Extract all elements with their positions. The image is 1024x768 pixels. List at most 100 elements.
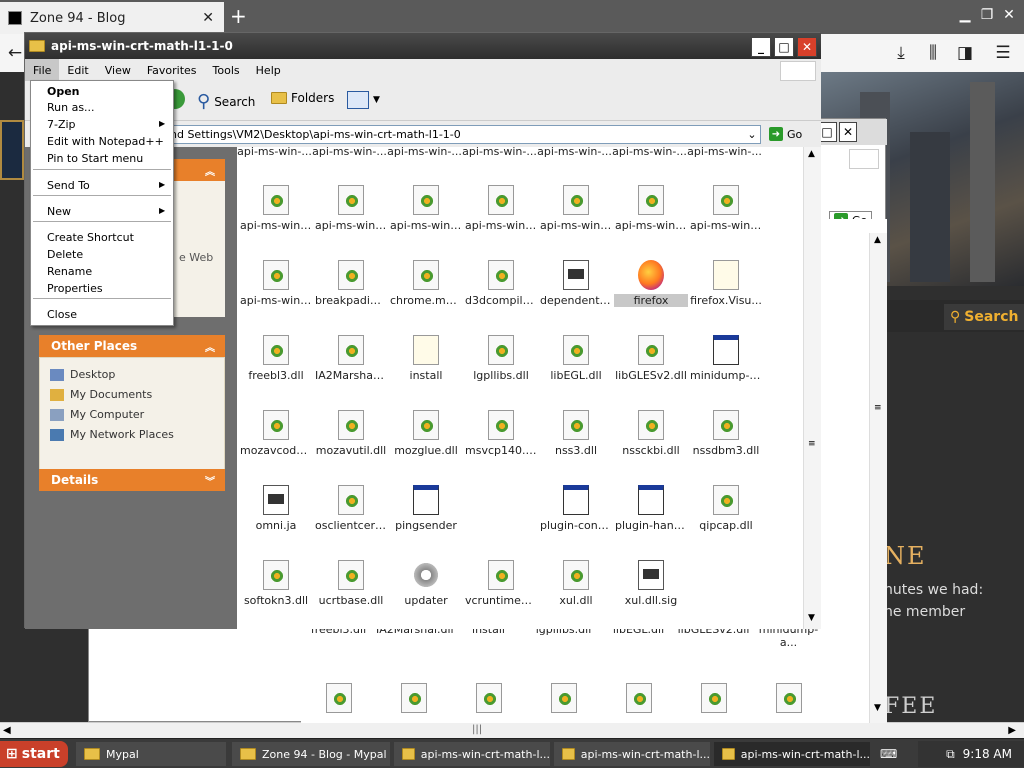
file-item[interactable]: minidump-a... bbox=[689, 335, 763, 382]
context-rename[interactable]: Rename bbox=[47, 265, 92, 278]
file-label-partial[interactable]: api-ms-win-... bbox=[687, 145, 762, 158]
back-file-item[interactable] bbox=[601, 683, 676, 717]
views-button[interactable]: ▼ bbox=[347, 91, 380, 109]
file-label-partial[interactable]: api-ms-win-... bbox=[462, 145, 537, 158]
taskbar-item-5[interactable]: api-ms-win-crt-math-l... bbox=[714, 742, 870, 766]
file-item[interactable]: IA2Marshal.dll bbox=[314, 335, 388, 382]
scroll-right-icon[interactable]: ▶ bbox=[1008, 725, 1016, 736]
site-search-button[interactable]: ⚲ Search bbox=[944, 304, 1024, 330]
back-file-item[interactable] bbox=[376, 683, 451, 717]
close-button[interactable]: ✕ bbox=[797, 37, 817, 57]
file-item[interactable]: qipcap.dll bbox=[689, 485, 763, 532]
taskbar-item-3[interactable]: api-ms-win-crt-math-l... bbox=[394, 742, 550, 766]
file-item[interactable]: api-ms-win-... bbox=[689, 185, 763, 232]
keyboard-icon[interactable]: ⌨ bbox=[880, 747, 897, 761]
scroll-grip-icon[interactable]: ≡ bbox=[808, 439, 816, 449]
file-item[interactable]: firefox.Visu... bbox=[689, 260, 763, 307]
context-delete[interactable]: Delete bbox=[47, 248, 83, 261]
back-vertical-scrollbar[interactable]: ▲ ≡ ▼ bbox=[869, 233, 887, 723]
downloads-icon[interactable]: ⤓ bbox=[890, 42, 912, 64]
file-item[interactable]: d3dcompiler... bbox=[464, 260, 538, 307]
context-run-as[interactable]: Run as... bbox=[47, 101, 95, 114]
file-item[interactable]: install bbox=[389, 335, 463, 382]
menu-edit[interactable]: Edit bbox=[59, 59, 96, 81]
context-7-zip[interactable]: 7-Zip ▶ bbox=[47, 118, 165, 131]
go-button[interactable]: ➜ Go bbox=[765, 125, 806, 143]
file-item[interactable]: vcruntime1... bbox=[464, 560, 538, 607]
file-label-partial[interactable]: api-ms-win-... bbox=[237, 145, 312, 158]
place-desktop[interactable]: Desktop bbox=[50, 368, 115, 381]
browser-tab[interactable]: Zone 94 - Blog ✕ bbox=[0, 2, 224, 34]
file-item[interactable]: mozavcodec... bbox=[239, 410, 313, 457]
collapse-icon[interactable]: ︽ bbox=[205, 339, 215, 354]
menu-help[interactable]: Help bbox=[248, 59, 289, 81]
context-edit-with-notepad[interactable]: Edit with Notepad++ bbox=[47, 135, 164, 148]
file-item[interactable]: freebl3.dll bbox=[239, 335, 313, 382]
menu-tools[interactable]: Tools bbox=[205, 59, 248, 81]
context-new[interactable]: New ▶ bbox=[47, 205, 165, 218]
file-item[interactable]: api-ms-win-... bbox=[539, 185, 613, 232]
file-item[interactable]: xul.dll.sig bbox=[614, 560, 688, 607]
file-item[interactable]: nss3.dll bbox=[539, 410, 613, 457]
expand-icon[interactable]: ︾ bbox=[205, 473, 215, 488]
context-close[interactable]: Close bbox=[47, 308, 77, 321]
file-item[interactable]: api-ms-win-... bbox=[239, 260, 313, 307]
file-item[interactable]: nssdbm3.dll bbox=[689, 410, 763, 457]
file-item[interactable]: firefox bbox=[614, 260, 688, 307]
file-item[interactable]: pingsender bbox=[389, 485, 463, 532]
network-icon[interactable]: ⧉ bbox=[946, 747, 955, 762]
new-tab-icon[interactable]: + bbox=[230, 4, 247, 28]
place-my-network-places[interactable]: My Network Places bbox=[50, 428, 174, 441]
scroll-up-icon[interactable]: ▲ bbox=[808, 149, 815, 159]
file-label-partial[interactable]: api-ms-win-... bbox=[537, 145, 612, 158]
file-item[interactable]: libEGL.dll bbox=[539, 335, 613, 382]
back-icon[interactable]: ← bbox=[4, 42, 26, 64]
file-item[interactable]: api-ms-win-... bbox=[314, 185, 388, 232]
file-item[interactable]: plugin-hang-ui bbox=[614, 485, 688, 532]
back-file-item[interactable] bbox=[676, 683, 751, 717]
file-item[interactable]: breakpadinj... bbox=[314, 260, 388, 307]
other-places-header[interactable]: Other Places ︽ bbox=[39, 335, 225, 357]
address-dropdown-icon[interactable]: ⌄ bbox=[745, 126, 759, 142]
menu-file[interactable]: File bbox=[25, 59, 60, 81]
file-item[interactable]: libGLESv2.dll bbox=[614, 335, 688, 382]
scroll-left-icon[interactable]: ◀ bbox=[3, 725, 11, 736]
file-item[interactable]: updater bbox=[389, 560, 463, 607]
search-button[interactable]: ⚲ Search bbox=[197, 91, 255, 112]
taskbar-item-4[interactable]: api-ms-win-crt-math-l... bbox=[554, 742, 710, 766]
scroll-down-icon[interactable]: ▼ bbox=[808, 613, 815, 623]
minimize-button[interactable]: _ bbox=[751, 37, 771, 57]
context-pin-to-start-menu[interactable]: Pin to Start menu bbox=[47, 152, 143, 165]
back-file-item[interactable] bbox=[526, 683, 601, 717]
scroll-thumb[interactable]: ||| bbox=[472, 724, 482, 736]
file-item[interactable]: api-ms-win-... bbox=[389, 185, 463, 232]
file-item[interactable]: msvcp140.dll bbox=[464, 410, 538, 457]
back-close-button[interactable]: ✕ bbox=[839, 122, 857, 142]
taskbar-item-1[interactable]: Mypal bbox=[76, 742, 226, 766]
file-item[interactable]: ucrtbase.dll bbox=[314, 560, 388, 607]
taskbar-item-2[interactable]: Zone 94 - Blog - Mypal bbox=[232, 742, 390, 766]
context-send-to[interactable]: Send To ▶ bbox=[47, 179, 165, 192]
file-item[interactable]: mozglue.dll bbox=[389, 410, 463, 457]
menu-view[interactable]: View bbox=[97, 59, 139, 81]
file-label-partial[interactable]: api-ms-win-... bbox=[612, 145, 687, 158]
file-item[interactable]: osclientcert... bbox=[314, 485, 388, 532]
details-header[interactable]: Details ︾ bbox=[39, 469, 225, 491]
vertical-scrollbar[interactable]: ▲ ≡ ▼ bbox=[803, 147, 821, 629]
context-open[interactable]: Open bbox=[47, 85, 80, 98]
sidebar-icon[interactable]: ◨ bbox=[954, 42, 976, 64]
address-input[interactable]: nd Settings\VM2\Desktop\api-ms-win-crt-m… bbox=[165, 125, 761, 144]
context-properties[interactable]: Properties bbox=[47, 282, 103, 295]
back-file-item[interactable] bbox=[451, 683, 526, 717]
library-icon[interactable]: ⫼ bbox=[922, 42, 944, 64]
close-tab-icon[interactable]: ✕ bbox=[202, 10, 214, 26]
file-item[interactable]: omni.ja bbox=[239, 485, 313, 532]
file-item[interactable]: dependentli... bbox=[539, 260, 613, 307]
place-my-documents[interactable]: My Documents bbox=[50, 388, 152, 401]
file-item[interactable]: xul.dll bbox=[539, 560, 613, 607]
context-create-shortcut[interactable]: Create Shortcut bbox=[47, 231, 134, 244]
maximize-button[interactable]: □ bbox=[774, 37, 794, 57]
browser-horizontal-scrollbar[interactable]: ◀ ||| ▶ bbox=[0, 722, 1024, 738]
place-my-computer[interactable]: My Computer bbox=[50, 408, 144, 421]
menu-icon[interactable]: ☰ bbox=[992, 42, 1014, 64]
